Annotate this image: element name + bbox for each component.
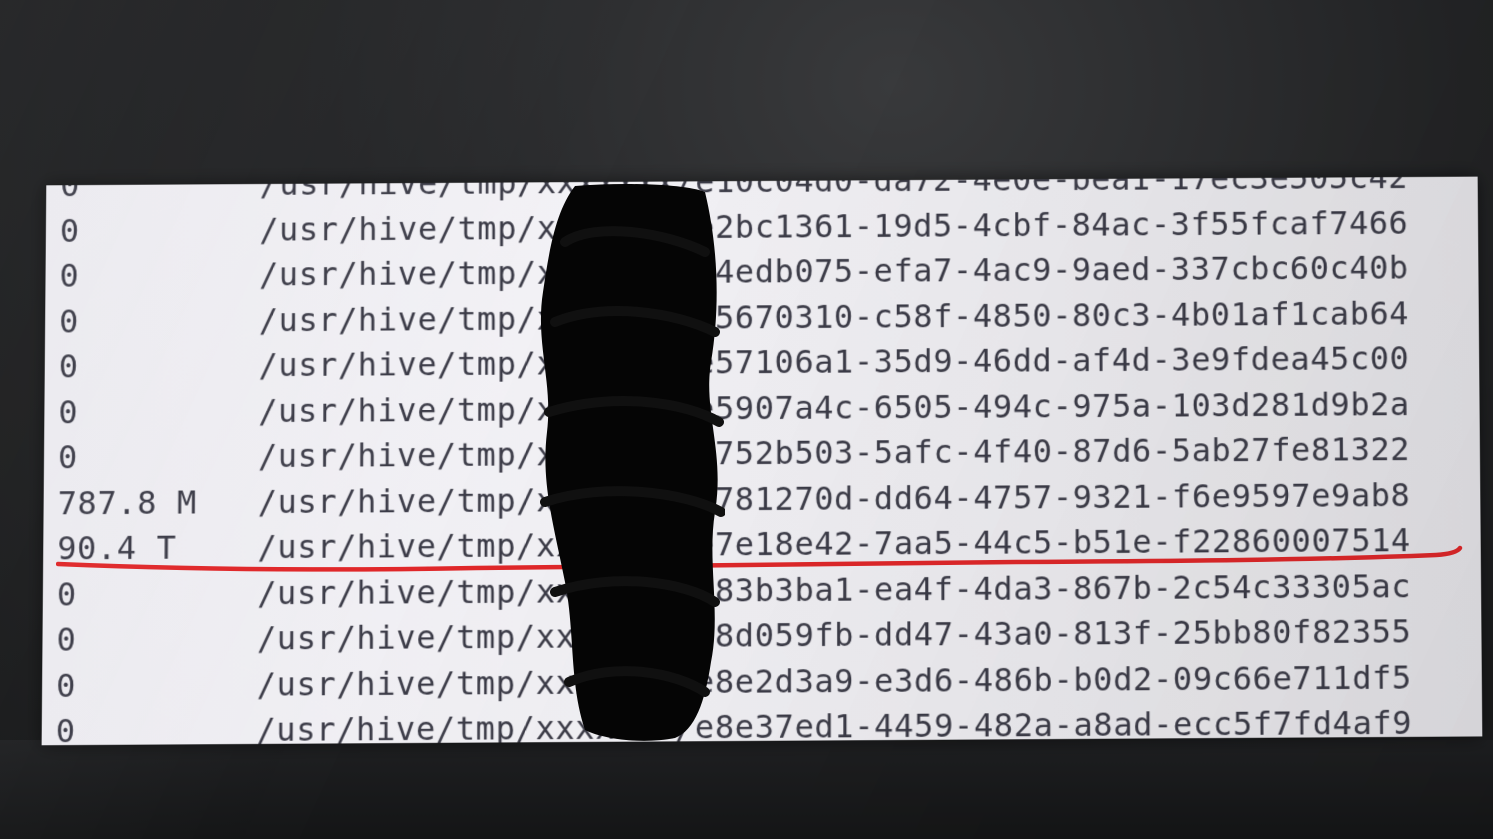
redacted-username: xxxxxxx bbox=[536, 389, 676, 428]
redacted-username: xxxxxxx bbox=[535, 616, 676, 656]
redacted-username: xxxxxxx bbox=[535, 708, 675, 746]
file-uuid: e4edb075-efa7-4ac9-9aed-337cbc60c40b bbox=[695, 248, 1409, 291]
path-separator: / bbox=[675, 434, 696, 473]
file-path: /usr/hive/tmp/xxxxxxx/e4edb075-efa7-4ac9… bbox=[259, 246, 1409, 298]
path-prefix: /usr/hive/tmp/ bbox=[257, 480, 537, 521]
path-separator: / bbox=[675, 252, 696, 291]
file-uuid: e752b503-5afc-4f40-87d6-5ab27fe81322 bbox=[695, 430, 1411, 473]
size-value: 0 bbox=[57, 438, 79, 477]
path-separator: / bbox=[674, 662, 695, 701]
file-path: /usr/hive/tmp/xxxxxxx/e7e18e42-7aa5-44c5… bbox=[257, 518, 1411, 571]
redacted-username: xxxxxxx bbox=[535, 571, 676, 611]
path-separator: / bbox=[675, 388, 696, 428]
photo-scene: 0 /usr/hive/tmp/xxxxxxx/e10c04d0-da72-4e… bbox=[0, 0, 1493, 839]
path-separator: / bbox=[675, 207, 696, 246]
redacted-username: xxxxxxx bbox=[536, 298, 676, 338]
redacted-username: xxxxxxx bbox=[536, 253, 676, 292]
path-prefix: /usr/hive/tmp/ bbox=[258, 389, 537, 430]
file-path: /usr/hive/tmp/xxxxxxx/e57106a1-35d9-46dd… bbox=[258, 336, 1409, 388]
file-path: /usr/hive/tmp/xxxxxxx/e781270d-dd64-4757… bbox=[258, 473, 1411, 526]
redacted-username: xxxxxxx bbox=[536, 434, 676, 474]
file-uuid: e10c04d0-da72-4e0e-bea1-17ec3e505c42 bbox=[695, 176, 1409, 201]
file-uuid: e2bc1361-19d5-4cbf-84ac-3f55fcaf7466 bbox=[695, 203, 1409, 246]
file-path: /usr/hive/tmp/xxxxxxx/e5907a4c-6505-494c… bbox=[258, 382, 1410, 434]
file-uuid: e83b3ba1-ea4f-4da3-867b-2c54c33305ac bbox=[694, 566, 1412, 610]
file-uuid: e5907a4c-6505-494c-975a-103d281d9b2a bbox=[695, 384, 1410, 427]
file-path: /usr/hive/tmp/xxxxxxx/e5670310-c58f-4850… bbox=[259, 291, 1410, 343]
path-prefix: /usr/hive/tmp/ bbox=[258, 299, 537, 339]
path-separator: / bbox=[675, 298, 696, 337]
monitor-bezel bbox=[0, 740, 1493, 839]
redacted-username: xxxxxxx bbox=[535, 480, 676, 519]
file-uuid: e5670310-c58f-4850-80c3-4b01af1cab64 bbox=[695, 293, 1410, 337]
file-uuid: e8e2d3a9-e3d6-486b-b0d2-09c66e711df5 bbox=[694, 657, 1413, 701]
file-path: /usr/hive/tmp/xxxxxxx/e752b503-5afc-4f40… bbox=[258, 427, 1410, 480]
path-separator: / bbox=[675, 479, 696, 519]
file-uuid: e7e18e42-7aa5-44c5-b51e-f22860007514 bbox=[694, 521, 1411, 564]
size-value: 0 bbox=[55, 666, 77, 705]
redacted-username: xxxxxxx bbox=[536, 207, 676, 247]
size-value: 0 bbox=[59, 211, 80, 250]
redacted-username: xxxxxxx bbox=[535, 525, 676, 565]
path-separator: / bbox=[675, 176, 696, 201]
size-value: 0 bbox=[56, 574, 77, 614]
file-size-listing: 0 /usr/hive/tmp/xxxxxxx/e10c04d0-da72-4e… bbox=[42, 177, 1483, 746]
path-separator: / bbox=[675, 525, 696, 564]
size-value: 0 bbox=[58, 347, 79, 386]
size-value: 0 bbox=[56, 620, 77, 659]
redacted-username: xxxxxxx bbox=[536, 176, 676, 202]
path-separator: / bbox=[674, 708, 695, 746]
path-prefix: /usr/hive/tmp/ bbox=[257, 572, 536, 612]
path-prefix: /usr/hive/tmp/ bbox=[256, 617, 536, 658]
size-value: 787.8 M bbox=[57, 482, 197, 522]
path-prefix: /usr/hive/tmp/ bbox=[257, 526, 536, 567]
path-prefix: /usr/hive/tmp/ bbox=[257, 435, 537, 476]
file-path: /usr/hive/tmp/xxxxxxx/e8e2d3a9-e3d6-486b… bbox=[257, 655, 1413, 708]
size-value: 0 bbox=[60, 176, 81, 205]
path-prefix: /usr/hive/tmp/ bbox=[256, 663, 536, 704]
listing-row: 0 /usr/hive/tmp/xxxxxxx/e8e37ed1-4459-48… bbox=[42, 700, 1483, 746]
size-value: 90.4 T bbox=[57, 528, 177, 568]
redacted-username: xxxxxxx bbox=[536, 343, 676, 383]
path-separator: / bbox=[675, 571, 695, 610]
path-separator: / bbox=[674, 616, 695, 655]
file-uuid: e781270d-dd64-4757-9321-f6e9597e9ab8 bbox=[695, 475, 1411, 518]
size-value: 0 bbox=[58, 392, 79, 431]
path-prefix: /usr/hive/tmp/ bbox=[259, 208, 537, 249]
path-prefix: /usr/hive/tmp/ bbox=[258, 253, 537, 294]
path-prefix: /usr/hive/tmp/ bbox=[256, 709, 536, 746]
path-prefix: /usr/hive/tmp/ bbox=[258, 344, 537, 385]
path-prefix: /usr/hive/tmp/ bbox=[259, 176, 537, 203]
size-value: 0 bbox=[59, 256, 80, 295]
file-uuid: e57106a1-35d9-46dd-af4d-3e9fdea45c00 bbox=[695, 339, 1410, 382]
file-path: /usr/hive/tmp/xxxxxxx/e2bc1361-19d5-4cbf… bbox=[259, 200, 1408, 252]
file-path: /usr/hive/tmp/xxxxxxx/e83b3ba1-ea4f-4da3… bbox=[257, 564, 1411, 617]
terminal-screen: 0 /usr/hive/tmp/xxxxxxx/e10c04d0-da72-4e… bbox=[41, 176, 1483, 746]
redacted-username: xxxxxxx bbox=[535, 662, 675, 702]
path-separator: / bbox=[675, 343, 696, 382]
file-path: /usr/hive/tmp/xxxxxxx/e8e37ed1-4459-482a… bbox=[256, 701, 1412, 746]
size-value: 0 bbox=[55, 711, 76, 746]
file-uuid: e8d059fb-dd47-43a0-813f-25bb80f82355 bbox=[694, 612, 1412, 655]
size-value: 0 bbox=[58, 302, 80, 340]
file-path: /usr/hive/tmp/xxxxxxx/e8d059fb-dd47-43a0… bbox=[257, 609, 1412, 662]
